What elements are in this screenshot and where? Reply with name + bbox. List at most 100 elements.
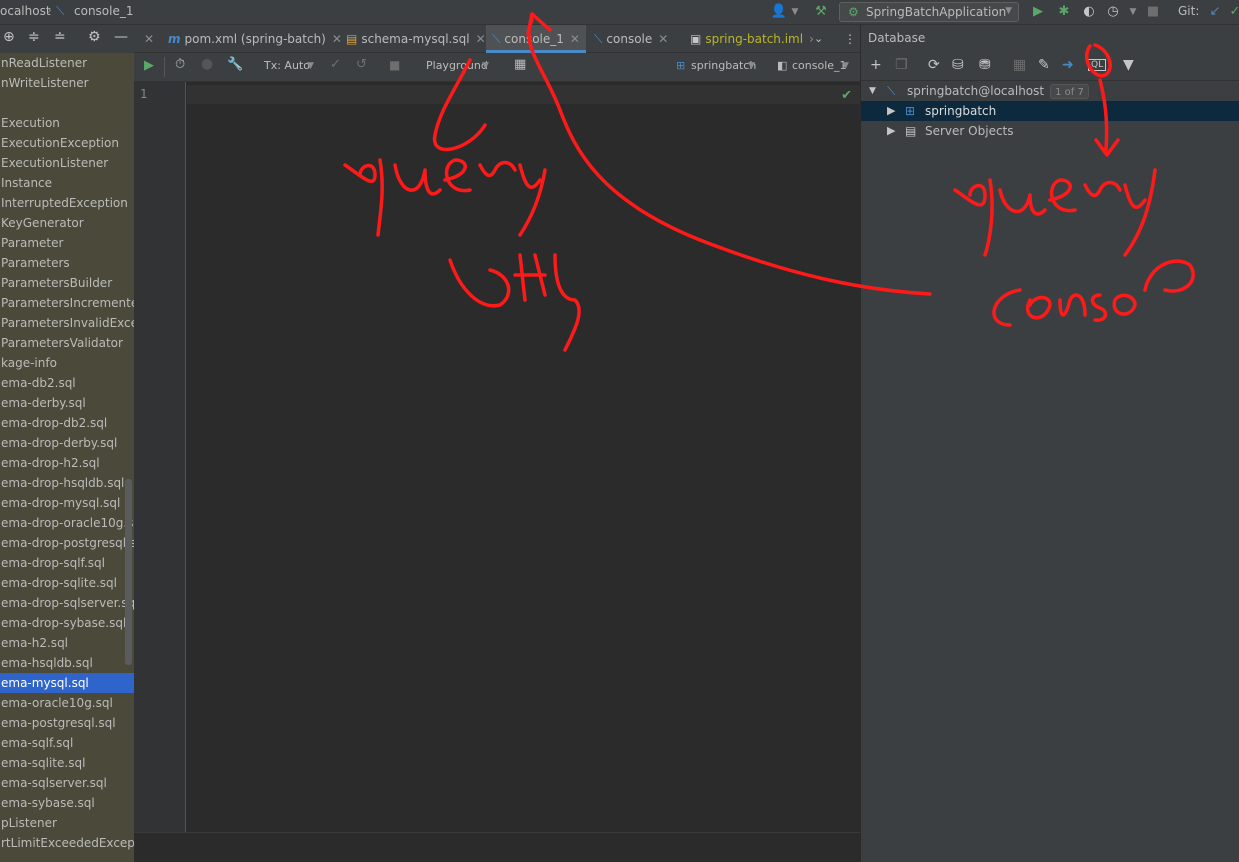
mode-select[interactable]: Playground [426,59,488,72]
expand-all-icon[interactable]: ≑ [28,29,40,45]
run-configuration-select[interactable]: ⚙ SpringBatchApplication ▼ [839,2,1019,22]
expand-right-icon[interactable]: ▶ [887,121,895,141]
table-output-icon[interactable]: ▦ [514,57,526,72]
close-icon[interactable]: ✕ [332,32,342,46]
file-tree-item[interactable]: ema-sqlserver.sql [0,773,134,793]
settings-wrench-icon[interactable]: 🔧 [227,57,243,72]
file-tree-item[interactable]: ema-postgresql.sql [0,713,134,733]
file-tree-item[interactable]: ParametersValidator [0,333,134,353]
copy-icon[interactable]: ❐ [895,57,908,73]
file-tree-item[interactable]: ema-drop-sqlf.sql [0,553,134,573]
file-tree-item[interactable]: kage-info [0,353,134,373]
stop-icon[interactable]: ■ [389,58,400,72]
file-tree-item[interactable]: pListener [0,813,134,833]
hammer-icon[interactable]: ⚒ [812,3,830,21]
file-tree-item[interactable]: ExecutionException [0,133,134,153]
file-tree-item[interactable] [0,93,134,113]
file-tree-item[interactable]: ema-drop-sqlserver.sql [0,593,134,613]
close-icon[interactable]: ✕ [570,32,580,46]
tab-console-1[interactable]: ⟍ console_1 ✕ [486,25,586,53]
profile-icon[interactable]: ◷ [1104,3,1122,21]
table-icon[interactable]: ▦ [1013,57,1026,73]
execute-icon[interactable]: ▶ [144,58,154,73]
file-tree-item[interactable]: ema-hsqldb.sql [0,653,134,673]
file-tree-item[interactable]: nWriteListener [0,73,134,93]
file-tree-item[interactable]: ParametersInvalidException [0,313,134,333]
coverage-icon[interactable]: ◐ [1080,3,1098,21]
collapse-all-icon[interactable]: ≐ [54,29,66,45]
file-tree-item[interactable]: ema-drop-h2.sql [0,453,134,473]
query-editor[interactable]: 1 ✔ [134,82,860,832]
stop-icon[interactable]: ■ [1144,3,1162,21]
file-tree-item[interactable]: ParametersBuilder [0,273,134,293]
file-tree-item[interactable]: ema-drop-db2.sql [0,413,134,433]
breadcrumb-host[interactable]: ocalhost [0,4,51,18]
file-tree-item[interactable]: ParametersIncrementer [0,293,134,313]
file-tree-item[interactable]: ema-derby.sql [0,393,134,413]
tab-spring-batch-iml[interactable]: ▣ spring-batch.iml › [690,25,814,53]
file-tree-item[interactable]: KeyGenerator [0,213,134,233]
debug-icon[interactable]: ✱ [1055,3,1073,21]
tree-row-schema[interactable]: ▶ ⊞ springbatch [861,101,1239,121]
query-console-icon[interactable]: QL [1088,59,1107,71]
file-tree-item[interactable]: ema-drop-oracle10g.sql [0,513,134,533]
file-tree-item[interactable]: ema-drop-hsqldb.sql [0,473,134,493]
tabs-dropdown-icon[interactable]: ⌄ [814,25,823,53]
file-tree-item[interactable]: ExecutionListener [0,153,134,173]
chevron-down-icon[interactable]: ▼ [1124,3,1142,21]
tree-row-datasource[interactable]: ▼ ⟍ springbatch@localhost 1 of 7 [861,81,1239,101]
file-tree-item[interactable]: Parameters [0,253,134,273]
expand-down-icon[interactable]: ▼ [869,81,876,101]
file-tree-item[interactable]: Instance [0,173,134,193]
git-commit-icon[interactable]: ✓ [1226,3,1239,21]
tab-console[interactable]: ⟍ console ✕ [594,25,668,53]
jump-to-source-icon[interactable]: ➜ [1062,57,1074,73]
file-tree-item[interactable]: ema-drop-mysql.sql [0,493,134,513]
gear-icon[interactable]: ⚙ [88,29,101,45]
close-icon[interactable]: ✕ [658,32,668,46]
history-icon[interactable]: ⏱ [175,57,185,72]
refresh-icon[interactable]: ⟳ [928,57,940,73]
commit-icon[interactable]: ✓ [330,57,341,72]
schema-count-badge[interactable]: 1 of 7 [1050,84,1089,99]
tab-close-icon[interactable]: ✕ [144,25,154,53]
file-tree-item[interactable]: ema-sqlite.sql [0,753,134,773]
run-icon[interactable]: ▶ [1029,3,1047,21]
file-tree-item[interactable]: ema-mysql.sql [0,673,134,693]
file-tree-item[interactable]: InterruptedException [0,193,134,213]
file-tree-item[interactable]: ema-h2.sql [0,633,134,653]
datasource-select[interactable]: springbatch [691,59,756,72]
tree-row-server-objects[interactable]: ▶ ▤ Server Objects [861,121,1239,141]
file-tree-item[interactable]: ema-sybase.sql [0,793,134,813]
breadcrumb-console[interactable]: console_1 [74,4,134,18]
filter-icon[interactable]: ▼ [1123,57,1134,73]
file-tree-item[interactable]: Parameter [0,233,134,253]
scrollbar[interactable] [125,479,132,665]
git-update-icon[interactable]: ↙ [1206,3,1224,21]
file-tree-item[interactable]: Execution [0,113,134,133]
file-tree-item[interactable]: ema-drop-sybase.sql [0,613,134,633]
expand-right-icon[interactable]: ▶ [887,101,895,121]
file-tree-item[interactable]: ema-drop-postgresql.sql [0,533,134,553]
file-tree-item[interactable]: ema-db2.sql [0,373,134,393]
file-tree-item[interactable]: ema-sqlf.sql [0,733,134,753]
close-icon[interactable]: ✕ [476,32,486,46]
file-tree-item[interactable]: ema-drop-derby.sql [0,433,134,453]
sync-schema-icon[interactable]: ⛁ [952,57,964,73]
tab-schema-mysql[interactable]: ▤ schema-mysql.sql ✕ [346,25,486,53]
add-icon[interactable]: + [870,57,882,73]
tab-pom-xml[interactable]: m pom.xml (spring-batch) ✕ [168,25,342,53]
locate-icon[interactable]: ⊕ [3,29,15,45]
more-icon[interactable]: ⋮ [844,25,856,53]
file-tree-item[interactable]: ema-oracle10g.sql [0,693,134,713]
tx-mode-select[interactable]: Tx: Auto [264,59,310,72]
rollback-icon[interactable]: ↺ [356,57,367,72]
file-tree-item[interactable]: rtLimitExceededException [0,833,134,853]
datasource-properties-icon[interactable]: ⛃ [979,57,991,73]
edit-icon[interactable]: ✎ [1038,57,1050,73]
cancel-icon[interactable]: ● [201,56,213,72]
minimize-icon[interactable]: — [114,29,128,45]
file-tree-item[interactable]: nReadListener [0,53,134,73]
chevron-down-icon[interactable]: ▼ [786,3,804,21]
session-select[interactable]: console_1 [792,59,847,72]
